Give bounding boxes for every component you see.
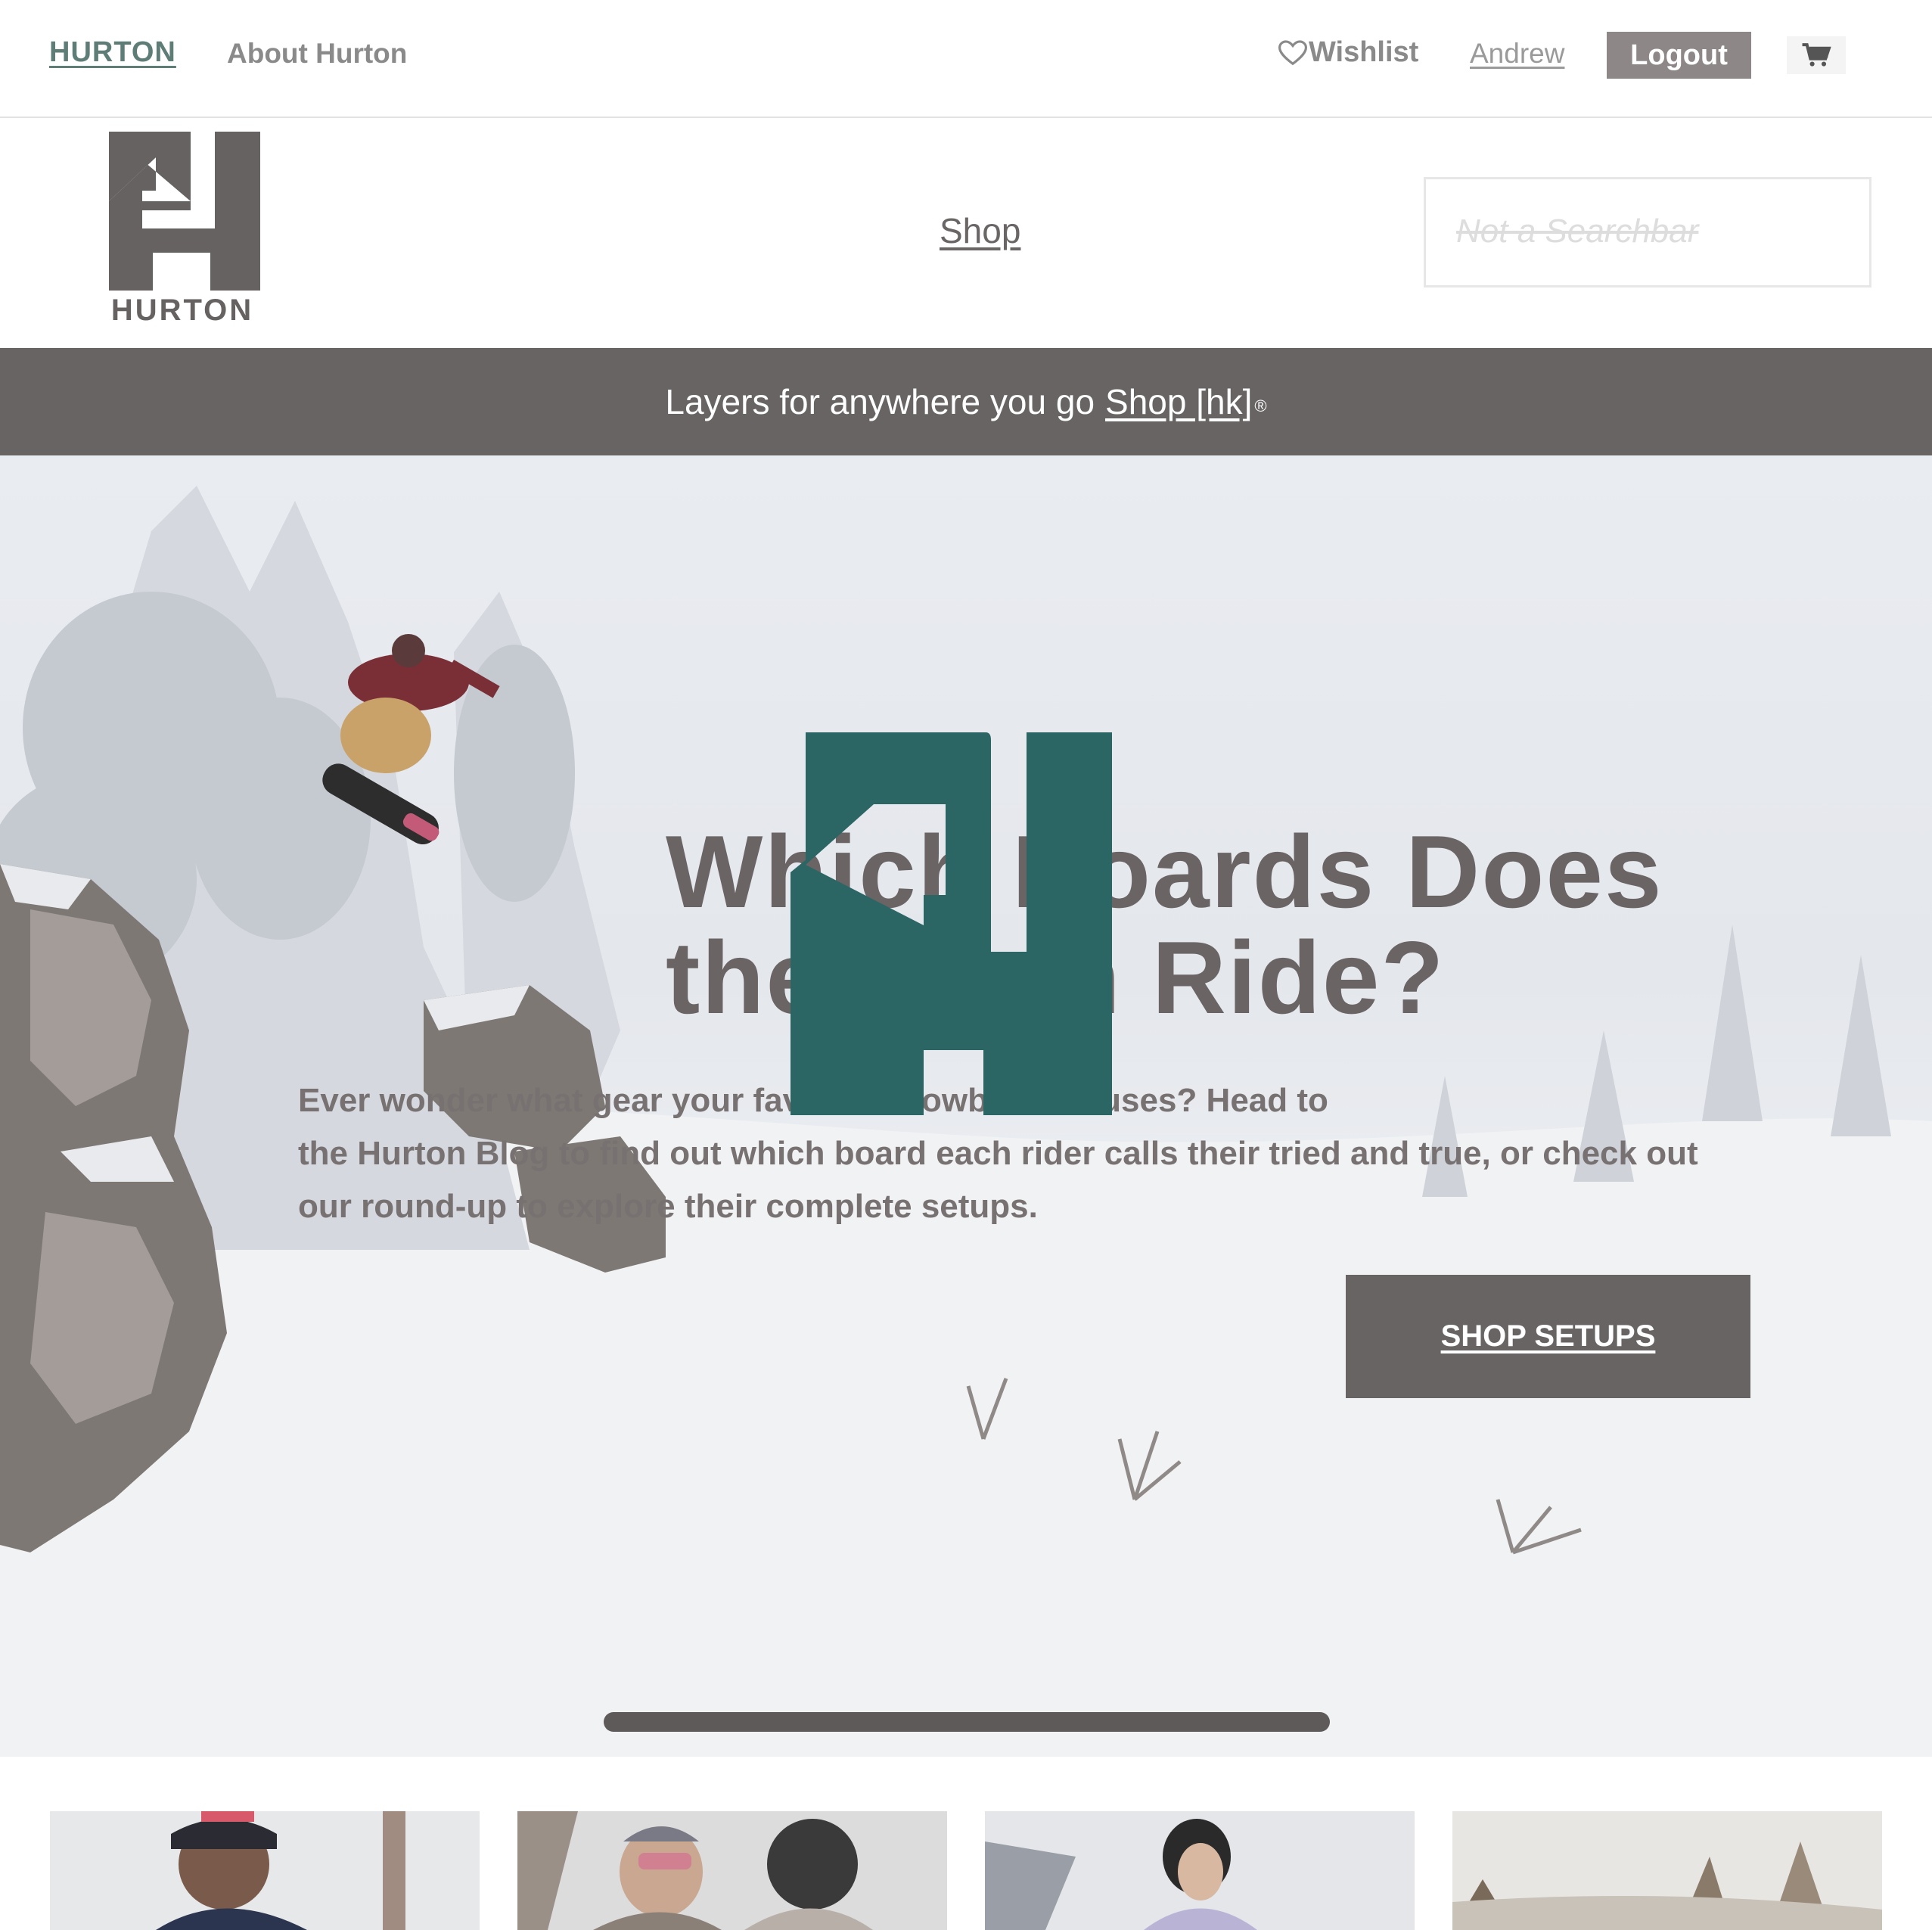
category-card-2-image [517,1811,947,1930]
promo-text: Layers for anywhere you go [665,382,1095,421]
registered-mark: ® [1254,396,1267,415]
brand-home-link[interactable]: HURTON [49,36,176,69]
site-logo[interactable]: HURTON [101,132,260,330]
promo-banner: Layers for anywhere you go Shop [hk] ® [0,348,1932,455]
carousel-indicator[interactable] [604,1712,1330,1732]
logo-wordmark: HURTON [110,294,254,327]
category-card-1[interactable] [50,1811,480,1930]
hero-banner: Which Boards Does the Team Ride? Ever wo… [0,455,1932,1757]
heart-icon [1278,39,1307,65]
wishlist-label: Wishlist [1309,36,1419,68]
wishlist-link[interactable]: Wishlist [1278,36,1418,69]
hero-description-line-2: the Hurton Blog to find out which board … [298,1135,1698,1172]
category-card-1-image [50,1811,480,1930]
category-card-4[interactable] [1452,1811,1882,1930]
hero-description-line-3: our round-up to explore their complete s… [298,1188,1038,1225]
user-account-link[interactable]: Andrew [1470,38,1564,70]
category-card-3-image [985,1811,1415,1930]
category-cards-row [0,1757,1932,1930]
category-card-3[interactable] [985,1811,1415,1930]
search-input[interactable]: Not a Searchbar [1424,177,1871,287]
hurton-brand-mark-icon [791,732,1112,1115]
shop-setups-button[interactable]: SHOP SETUPS [1346,1275,1750,1398]
category-card-2[interactable] [517,1811,947,1930]
about-link[interactable]: About Hurton [227,38,407,70]
main-header: HURTON Shop Not a Searchbar [0,120,1932,348]
shop-nav-link[interactable]: Shop [940,210,1020,251]
search-placeholder: Not a Searchbar [1456,213,1699,250]
category-card-4-image [1452,1811,1882,1930]
top-utility-bar: HURTON About Hurton Wishlist Andrew Logo… [0,0,1932,118]
logout-button[interactable]: Logout [1607,32,1751,79]
hurton-logo-icon [109,132,260,291]
cart-button[interactable] [1787,36,1846,74]
cart-icon [1802,43,1831,67]
promo-shop-link[interactable]: Shop [hk] [1105,381,1252,422]
